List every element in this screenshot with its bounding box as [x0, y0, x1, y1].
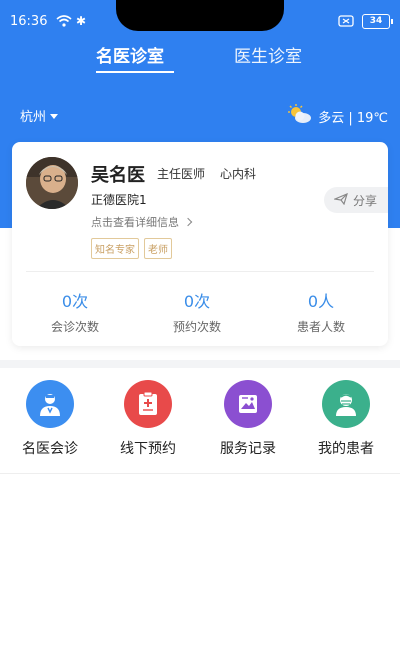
tab-famous-doctor-clinic[interactable]: 名医诊室 — [96, 42, 164, 67]
menu-offline-appointment[interactable]: 线下预约 — [100, 380, 196, 458]
doctor-tag: 知名专家 — [91, 238, 139, 259]
weather-text: 多云 | 19℃ — [318, 110, 388, 126]
feature-menu: 名医会诊 线下预约 服务记录 我的患者 — [0, 368, 400, 474]
record-image-icon — [224, 380, 272, 428]
view-details-label: 点击查看详细信息 — [91, 216, 179, 229]
consultation-count-stat: 0次 会诊次数 — [20, 288, 130, 335]
stat-value: 0人 — [307, 292, 335, 311]
status-time: 16:36 — [10, 14, 48, 29]
patient-count-stat: 0人 患者人数 — [266, 288, 376, 335]
send-icon — [332, 192, 348, 208]
battery-icon: 34 — [362, 14, 393, 29]
share-button[interactable]: 分享 — [324, 187, 388, 213]
doctor-name: 吴名医 — [91, 165, 145, 186]
menu-my-patients[interactable]: 我的患者 — [298, 380, 394, 458]
menu-label: 服务记录 — [220, 441, 276, 457]
doctor-tag: 老师 — [144, 238, 172, 259]
clinic-tabs: 名医诊室 医生诊室 — [0, 42, 400, 76]
menu-service-records[interactable]: 服务记录 — [200, 380, 296, 458]
menu-label: 线下预约 — [120, 441, 176, 457]
share-label: 分享 — [353, 193, 378, 208]
doctor-icon — [26, 380, 74, 428]
status-bar: 16:36 ✱ 34 — [10, 14, 393, 32]
appointment-count-stat: 0次 预约次数 — [142, 288, 252, 335]
stat-label: 患者人数 — [296, 320, 345, 334]
menu-famous-consultation[interactable]: 名医会诊 — [2, 380, 98, 458]
card-divider — [26, 271, 374, 272]
view-details-link[interactable]: 点击查看详细信息 — [91, 214, 193, 230]
doctor-department: 心内科 — [220, 167, 257, 181]
stat-label: 会诊次数 — [50, 320, 99, 334]
city-selector[interactable]: 杭州 — [20, 106, 59, 125]
caret-down-icon — [50, 114, 59, 119]
doctor-tags: 知名专家 老师 — [91, 238, 172, 259]
doctor-profile-card: 吴名医 主任医师 心内科 正德医院1 点击查看详细信息 知名专家 老师 分享 0… — [12, 142, 388, 346]
active-tab-indicator — [96, 71, 174, 73]
section-separator — [0, 360, 400, 368]
stat-label: 预约次数 — [172, 320, 221, 334]
bluetooth-icon: ✱ — [76, 14, 87, 28]
patient-icon — [322, 380, 370, 428]
wifi-icon — [56, 15, 72, 31]
sim-icon — [338, 15, 354, 31]
chevron-right-icon — [183, 217, 193, 227]
stat-value: 0次 — [183, 292, 211, 311]
partly-cloudy-icon — [287, 104, 313, 128]
tab-doctor-clinic[interactable]: 医生诊室 — [234, 42, 302, 67]
menu-label: 我的患者 — [318, 441, 374, 457]
doctor-title: 主任医师 — [157, 167, 206, 181]
stat-value: 0次 — [61, 292, 89, 311]
doctor-avatar[interactable] — [26, 157, 78, 209]
menu-label: 名医会诊 — [22, 441, 78, 457]
city-label: 杭州 — [20, 110, 47, 125]
clipboard-plus-icon — [124, 380, 172, 428]
doctor-hospital: 正德医院1 — [91, 193, 147, 207]
weather-widget: 多云 | 19℃ — [287, 104, 388, 128]
